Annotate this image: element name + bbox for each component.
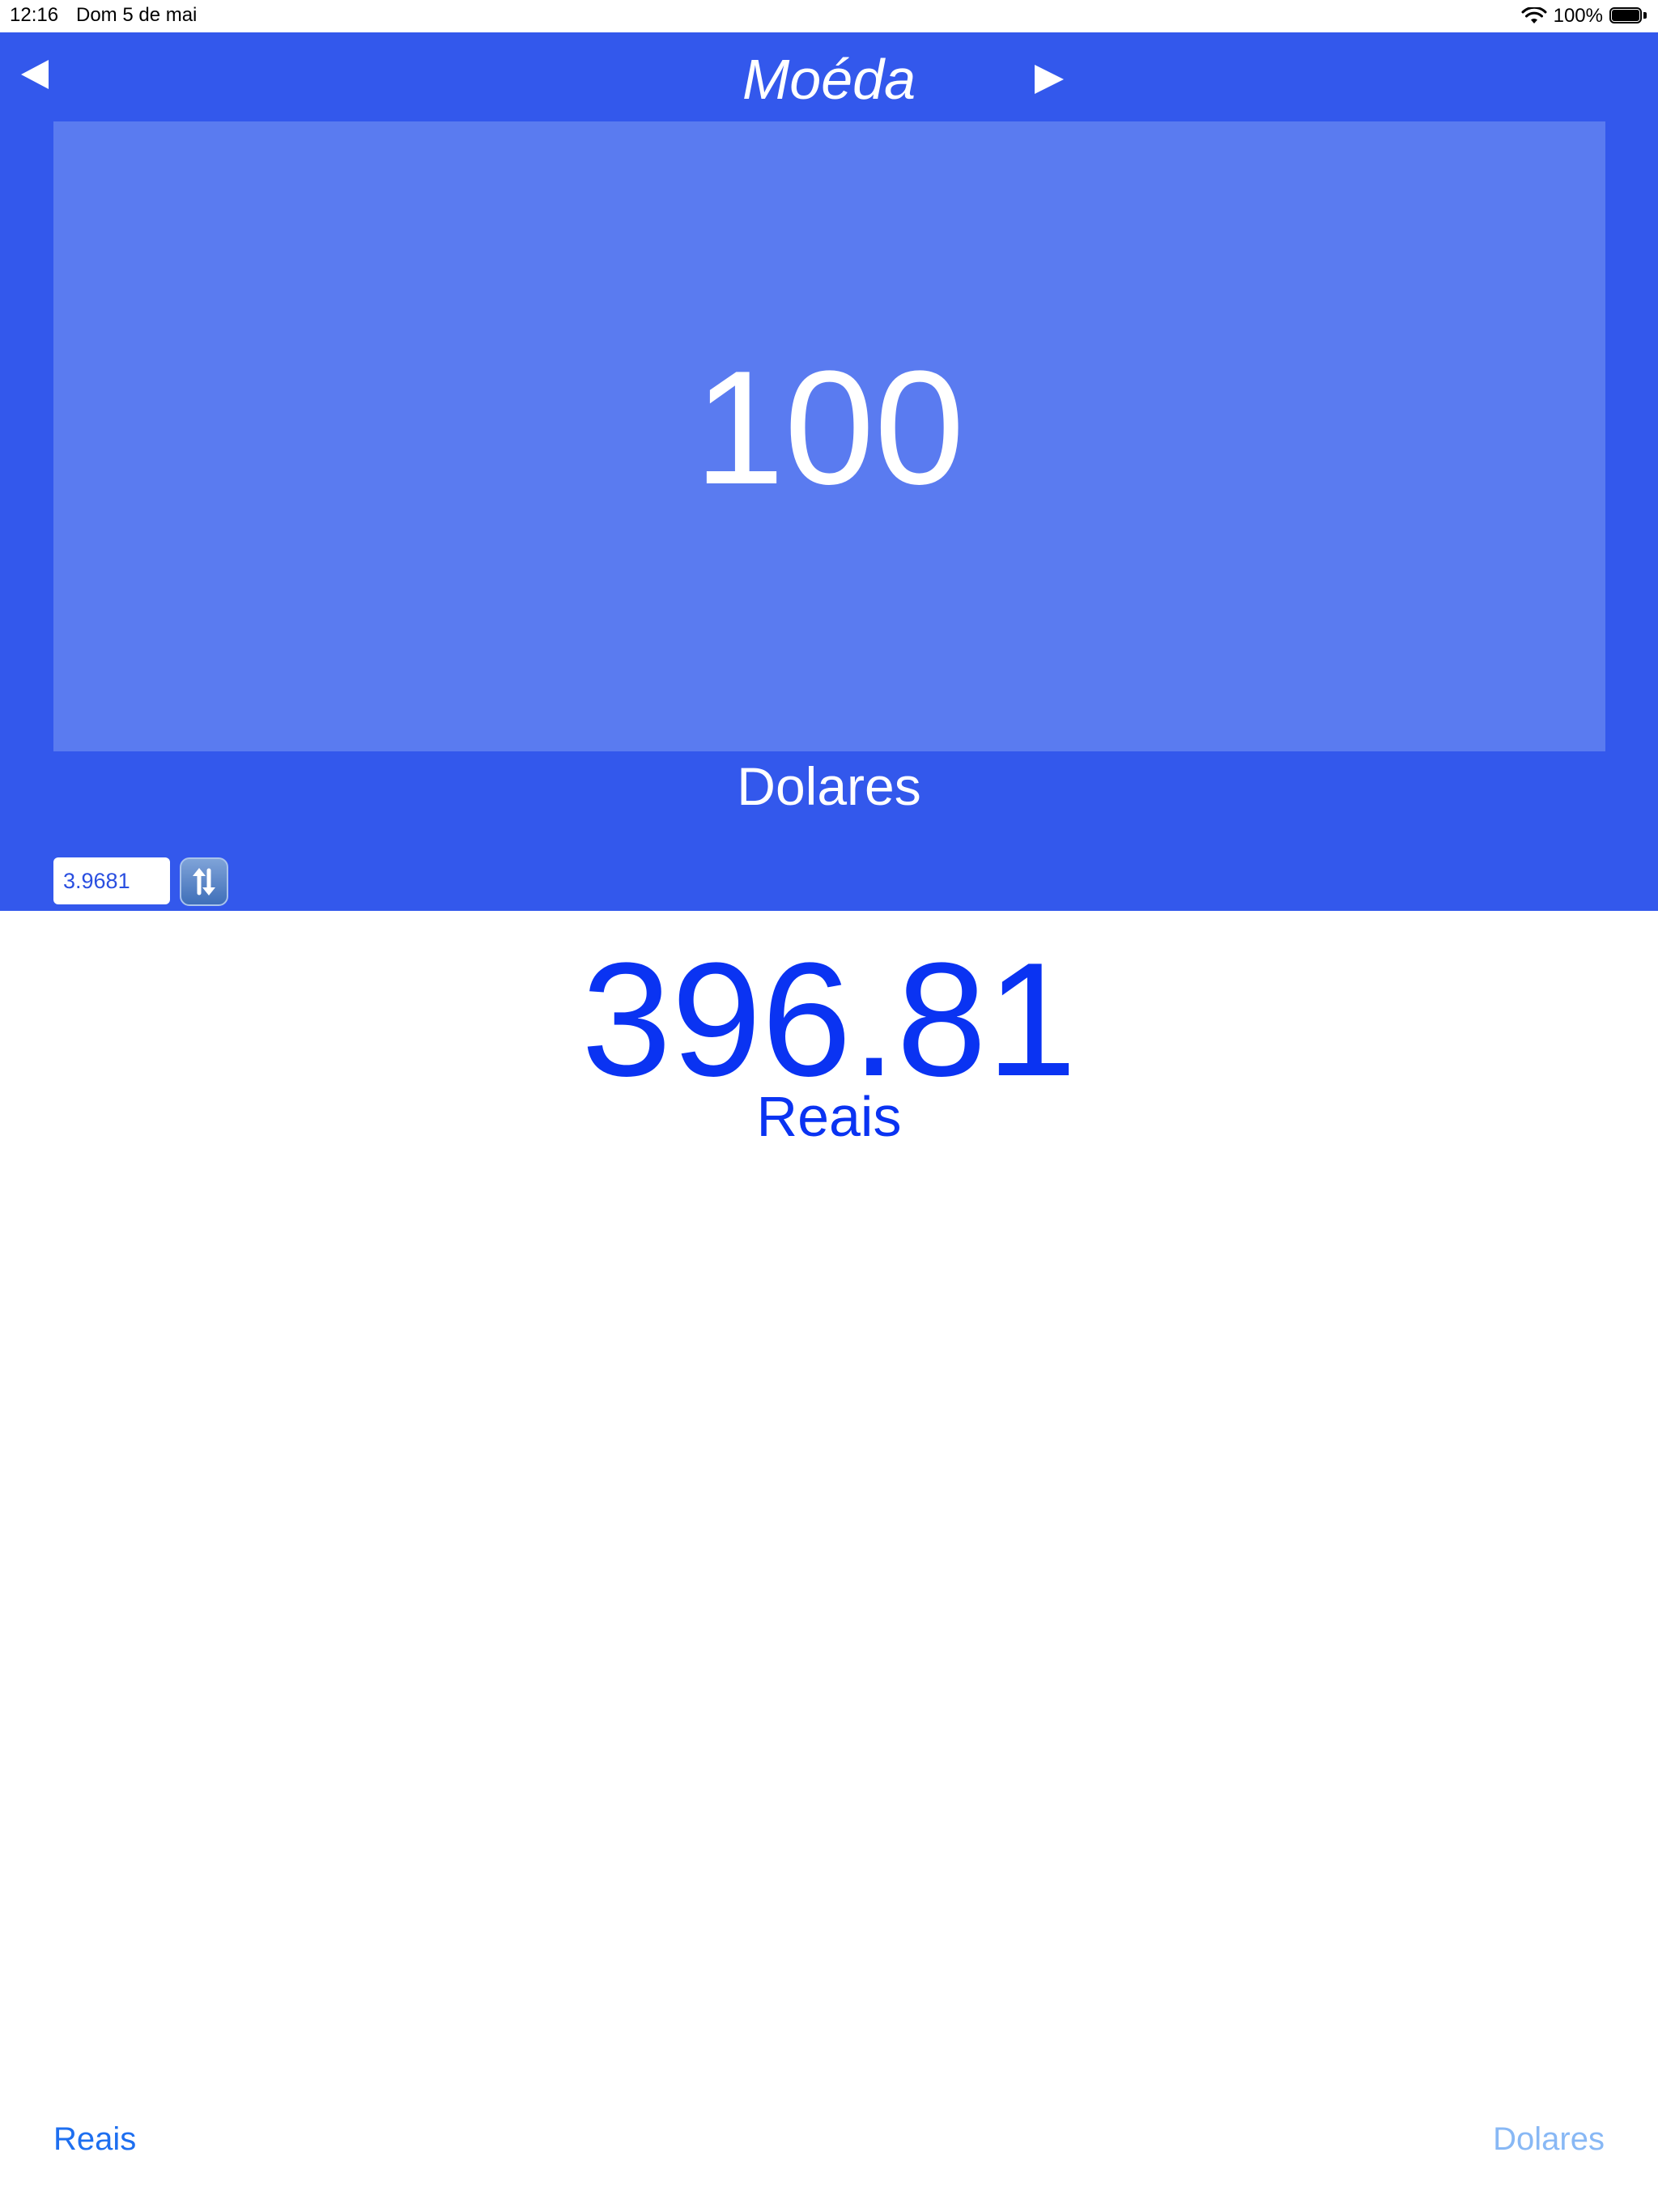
triangle-right-icon: [1035, 65, 1064, 94]
status-indicators: 100%: [1521, 3, 1647, 29]
back-button[interactable]: [18, 57, 53, 92]
status-date: Dom 5 de mai: [76, 4, 198, 26]
battery-icon: [1609, 7, 1647, 25]
to-currency-label: Reais: [756, 1085, 902, 1148]
tab-reais[interactable]: Reais: [53, 2121, 136, 2158]
exchange-rate-input[interactable]: [53, 857, 170, 904]
input-amount: 100: [694, 338, 965, 518]
arrows-swap-icon: [193, 868, 215, 895]
forward-button[interactable]: [1031, 62, 1067, 97]
converter-panel: Moéda 100 Dolares: [0, 32, 1658, 911]
swap-currency-button[interactable]: [180, 857, 228, 906]
tab-dolares[interactable]: Dolares: [1493, 2121, 1605, 2158]
status-time: 12:16: [10, 4, 59, 26]
app-screen: 12:16 Dom 5 de mai 100% Moéda 100 Dolare…: [0, 0, 1658, 2212]
amount-display[interactable]: 100: [53, 121, 1605, 751]
app-title: Moéda: [742, 48, 916, 111]
result-amount: 396.81: [581, 929, 1077, 1110]
triangle-left-icon: [21, 60, 49, 89]
from-currency-label: Dolares: [737, 756, 921, 816]
wifi-icon: [1521, 7, 1547, 23]
battery-percent: 100%: [1553, 5, 1603, 27]
status-bar: 12:16 Dom 5 de mai 100%: [0, 0, 1658, 32]
